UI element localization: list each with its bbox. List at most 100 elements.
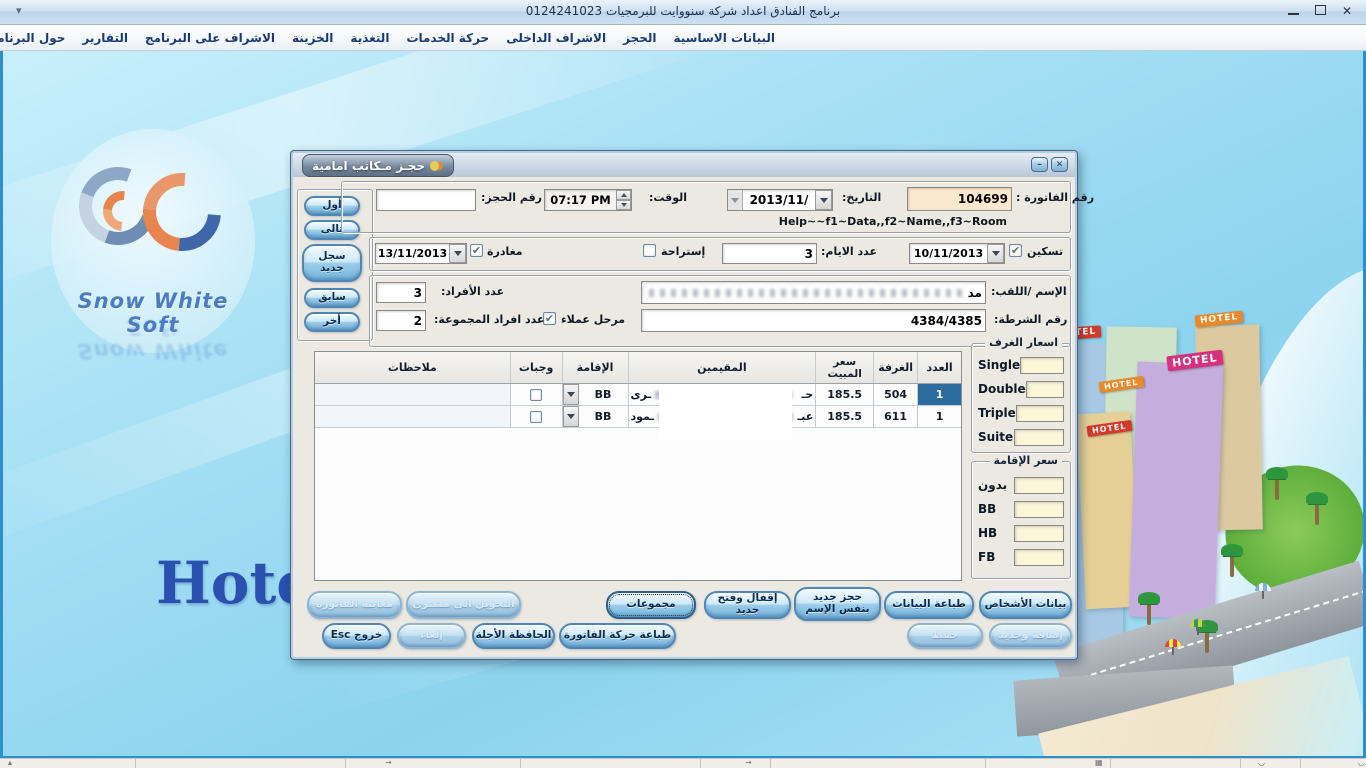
menu-reports[interactable]: التقارير — [82, 31, 128, 45]
close-and-open-new-button[interactable]: إقفال وفتح جديد — [704, 591, 791, 619]
row-stay-cell[interactable]: BB — [562, 384, 628, 405]
new-record-button[interactable]: سجل جديد — [302, 244, 362, 282]
menu-internal-supervision[interactable]: الاشراف الداخلى — [506, 31, 606, 45]
fb-price-field[interactable] — [1014, 549, 1064, 566]
status-bar: ▴ → → ▦ ◡ ◡ — [0, 758, 1366, 768]
persons-data-button[interactable]: بيانات الأشخاص — [979, 591, 1072, 619]
status-grid-icon: ▦ — [1095, 758, 1103, 768]
palm-tree-icon — [1205, 629, 1209, 653]
bb-price-field[interactable] — [1014, 501, 1064, 518]
redacted-name — [649, 289, 964, 297]
new-booking-same-name-button[interactable]: حجز جديد بنفس الإسم — [794, 587, 881, 621]
room-prices-group: اسعار الغرف Single Double Triple Suite — [971, 343, 1071, 453]
resident-fragment: حـ — [802, 388, 814, 401]
row-notes-cell[interactable] — [315, 406, 510, 427]
days-value: 3 — [805, 247, 813, 261]
double-price-field[interactable] — [1026, 381, 1064, 398]
date-combo-left-arrow-icon[interactable] — [728, 190, 743, 210]
checkin-dropdown-icon[interactable] — [987, 244, 1004, 263]
stay-dropdown-icon[interactable] — [563, 384, 579, 405]
checkin-label: تسكين — [1027, 245, 1063, 258]
persons-count-field[interactable]: 3 — [376, 282, 426, 303]
last-record-button[interactable]: أخر — [304, 312, 360, 332]
header-room[interactable]: الغرفة — [873, 352, 917, 383]
preview-invoice-button: معاينة الفاتورة — [307, 591, 402, 619]
group-count-field[interactable]: 2 — [376, 310, 426, 331]
print-data-button[interactable]: طباعة البيانات — [884, 591, 974, 619]
departure-date-combo[interactable]: 13/11/2013 — [375, 243, 467, 264]
date-combo-dropdown-icon[interactable] — [815, 190, 832, 210]
table-row[interactable]: 1 504 185.5 حـ ـرى BB — [315, 384, 961, 406]
row-meals-cell[interactable] — [510, 406, 562, 427]
header-residents[interactable]: المقيمين — [628, 352, 816, 383]
menu-treasury[interactable]: الخزينة — [292, 31, 333, 45]
row-count-cell[interactable]: 1 — [917, 406, 961, 427]
deferred-wallet-button[interactable]: الحافظة الأجلة — [472, 623, 555, 649]
maximize-icon[interactable] — [1315, 5, 1326, 17]
days-field[interactable]: 3 — [722, 243, 817, 264]
booking-number-field[interactable] — [376, 189, 476, 211]
booking-dialog: حجـز مـكاتب امامية – ✕ أول تالى سجل جديد… — [290, 150, 1078, 660]
date-combo[interactable]: 2013/11/ — [727, 189, 833, 211]
rest-checkbox[interactable] — [643, 244, 656, 257]
meals-checkbox[interactable] — [530, 389, 542, 401]
row-count-cell[interactable]: 1 — [917, 384, 961, 405]
police-number-value: 4384/4385 — [911, 314, 982, 328]
relay-clients-checkbox[interactable]: ✔ — [543, 312, 556, 325]
menu-services-movement[interactable]: حركة الخدمات — [406, 31, 489, 45]
time-up-icon[interactable] — [616, 190, 631, 200]
row-room-cell[interactable]: 611 — [873, 406, 917, 427]
dialog-close-icon[interactable]: ✕ — [1051, 157, 1068, 172]
none-price-field[interactable] — [1014, 477, 1064, 494]
minimize-icon[interactable] — [1288, 5, 1299, 17]
previous-record-button[interactable]: سابق — [304, 288, 360, 308]
invoice-number-field[interactable]: 104699 — [907, 187, 1012, 211]
checkin-date-combo[interactable]: 10/11/2013 — [909, 243, 1005, 264]
time-label: الوقت: — [649, 191, 687, 204]
table-row[interactable]: 1 611 185.5 عبـ ـمود BB — [315, 406, 961, 428]
triple-price-field[interactable] — [1016, 405, 1064, 422]
header-notes[interactable]: ملاحظات — [315, 352, 510, 383]
guest-name-label: الإسم /اللقب: — [991, 285, 1067, 298]
exit-button[interactable]: خروج Esc — [322, 623, 391, 649]
desktop-background: Snow White Soft Snow White Soft Hote HOT… — [0, 51, 1366, 758]
menu-basic-data[interactable]: البيانات الاساسية — [673, 31, 775, 45]
guest-name-field[interactable]: مد — [641, 281, 986, 304]
time-down-icon[interactable] — [616, 200, 631, 210]
checkin-checkbox[interactable]: ✔ — [1009, 244, 1022, 257]
menu-booking[interactable]: الحجز — [623, 31, 656, 45]
close-icon[interactable]: ✕ — [1342, 5, 1352, 17]
row-price-cell[interactable]: 185.5 — [815, 384, 873, 405]
row-stay-cell[interactable]: BB — [562, 406, 628, 427]
suite-price-field[interactable] — [1014, 429, 1064, 446]
hotel-building — [1129, 362, 1224, 620]
dialog-title-tab[interactable]: حجـز مـكاتب امامية — [302, 154, 454, 177]
convert-to-buyer-button: التحويل الى مشترى — [406, 591, 521, 619]
groups-button[interactable]: مجموعات — [606, 591, 696, 619]
header-meals[interactable]: وجبات — [510, 352, 562, 383]
menu-about[interactable]: حول البرنامج — [0, 31, 65, 45]
meals-checkbox[interactable] — [530, 411, 542, 423]
stay-dropdown-icon[interactable] — [563, 406, 579, 427]
departure-checkbox[interactable]: ✔ — [470, 244, 483, 257]
hb-price-field[interactable] — [1014, 525, 1064, 542]
menu-catering[interactable]: التغذية — [350, 31, 389, 45]
dialog-minimize-icon[interactable]: – — [1031, 157, 1048, 172]
time-spinner[interactable]: 07:17 PM — [544, 189, 632, 211]
row-notes-cell[interactable] — [315, 384, 510, 405]
police-number-field[interactable]: 4384/4385 — [641, 309, 986, 332]
double-label: Double — [978, 382, 1026, 396]
group-count-label: عدد افراد المجموعة: — [434, 313, 544, 326]
header-stay[interactable]: الإقامة — [562, 352, 628, 383]
header-count[interactable]: العدد — [917, 352, 961, 383]
row-meals-cell[interactable] — [510, 384, 562, 405]
header-price[interactable]: سعر المبيت — [815, 352, 873, 383]
row-room-cell[interactable]: 504 — [873, 384, 917, 405]
row-price-cell[interactable]: 185.5 — [815, 406, 873, 427]
single-price-field[interactable] — [1020, 357, 1064, 374]
date-label: التاريخ: — [842, 191, 881, 204]
print-invoice-movement-button[interactable]: طباعة حركة الفاتورة — [559, 623, 676, 649]
menu-program-supervision[interactable]: الاشراف على البرنامج — [145, 31, 275, 45]
bb-label: BB — [978, 502, 996, 516]
departure-dropdown-icon[interactable] — [449, 244, 466, 263]
